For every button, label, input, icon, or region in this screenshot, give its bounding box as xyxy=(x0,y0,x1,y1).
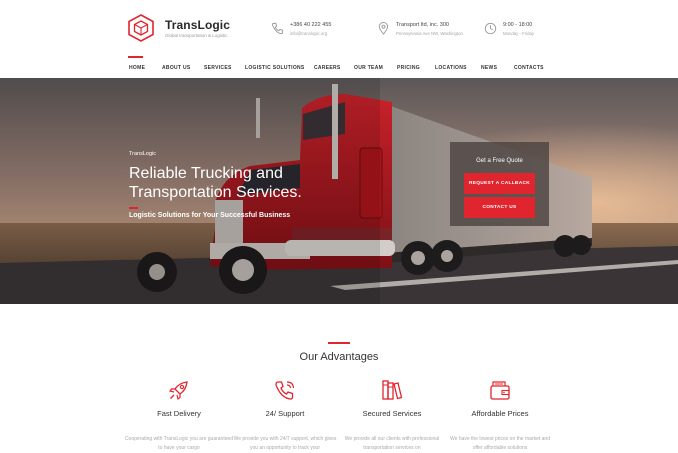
advantage-name: Fast Delivery xyxy=(157,409,201,418)
wallet-icon xyxy=(490,381,510,400)
nav-locations[interactable]: LOCATIONS xyxy=(435,65,467,71)
advantage-name: 24/ Support xyxy=(265,409,305,418)
hours-time: 9:00 - 18:00 xyxy=(503,22,533,28)
nav-active-indicator xyxy=(128,56,143,58)
hero-divider xyxy=(129,207,138,209)
quote-panel: Get a Free Quote REQUEST A CALLBACK CONT… xyxy=(450,142,549,226)
nav-about-us[interactable]: ABOUT US xyxy=(162,65,191,71)
request-callback-button[interactable]: REQUEST A CALLBACK xyxy=(464,173,535,194)
address-line-1: Transport ltd, inc. 300 xyxy=(396,22,449,28)
nav-careers[interactable]: CAREERS xyxy=(314,65,341,71)
phone-number[interactable]: +386 40 222 455 xyxy=(290,22,331,28)
site-header: TransLogic Global transportation & Logis… xyxy=(0,0,678,78)
advantage-text: We have the lowest prices on the market … xyxy=(450,436,550,451)
contact-us-button[interactable]: CONTACT US xyxy=(464,197,535,218)
advantages-divider xyxy=(328,342,350,344)
rocket-icon xyxy=(168,381,188,401)
quote-title: Get a Free Quote xyxy=(476,158,523,164)
clock-icon xyxy=(484,22,497,35)
main-nav: HOME ABOUT US SERVICES LOGISTIC SOLUTION… xyxy=(0,60,678,78)
nav-news[interactable]: NEWS xyxy=(481,65,497,71)
advantage-text: Cooperating with TransLogic you are guar… xyxy=(124,436,234,451)
hero-brand: TransLogic xyxy=(129,151,157,157)
location-pin-icon xyxy=(378,22,389,35)
logo-cube-icon[interactable] xyxy=(128,14,154,42)
advantage-text: We provide you with 24/7 support, which … xyxy=(233,436,337,451)
advantages-title: Our Advantages xyxy=(299,351,379,363)
address-line-2: Pennsylvania Ave NW, Washington xyxy=(396,31,463,36)
nav-logistic-solutions[interactable]: LOGISTIC SOLUTIONS xyxy=(245,65,305,71)
phone-support-icon xyxy=(275,381,295,400)
nav-our-team[interactable]: OUR TEAM xyxy=(354,65,383,71)
phone-icon xyxy=(271,22,284,35)
advantage-name: Secured Services xyxy=(362,409,422,418)
logo-tagline: Global transportation & Logistic xyxy=(165,33,228,38)
advantage-text: We provide all our clients with professi… xyxy=(344,436,440,451)
hero-subtitle: Logistic Solutions for Your Successful B… xyxy=(129,212,291,219)
nav-services[interactable]: SERVICES xyxy=(204,65,232,71)
hours-days: Monday - Friday xyxy=(503,31,535,36)
nav-home[interactable]: HOME xyxy=(129,65,145,71)
logo-name[interactable]: TransLogic xyxy=(165,18,230,32)
nav-pricing[interactable]: PRICING xyxy=(397,65,420,71)
advantage-name: Affordable Prices xyxy=(471,409,529,418)
hero-title: Reliable Trucking and Transportation Ser… xyxy=(129,165,302,201)
hero-banner: TransLogic Reliable Trucking and Transpo… xyxy=(0,78,678,304)
nav-contacts[interactable]: CONTACTS xyxy=(514,65,544,71)
email-address[interactable]: info@translogic.org xyxy=(290,31,327,36)
books-icon xyxy=(382,380,403,400)
